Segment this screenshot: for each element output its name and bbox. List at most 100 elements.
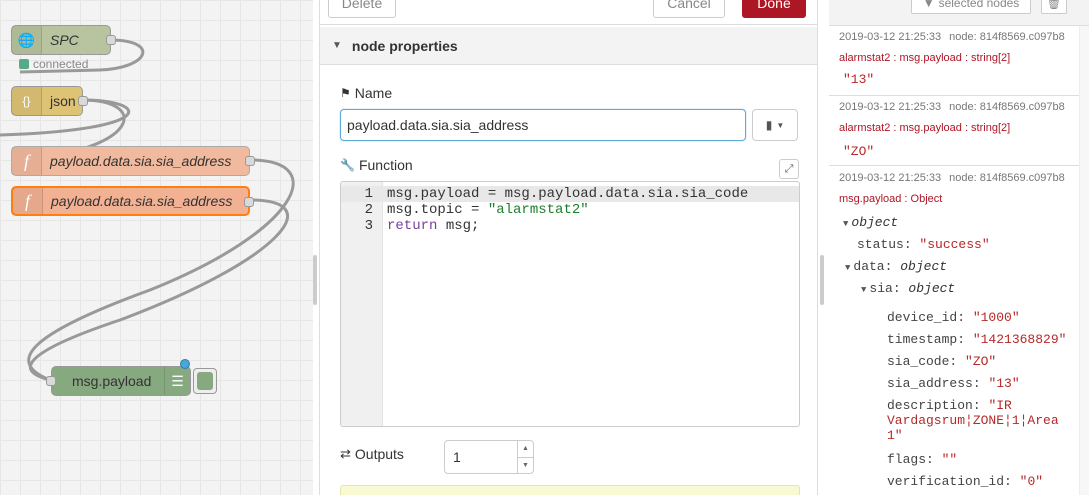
debug-message: 2019-03-12 21:25:33 node: 814f8569.c097b8…	[829, 166, 1079, 495]
debug-message: 2019-03-12 21:25:33 node: 814f8569.c097b8…	[829, 96, 1079, 166]
section-title: node properties	[351, 37, 458, 54]
debug-message: 2019-03-12 21:25:33 node: 814f8569.c097b8…	[829, 26, 1079, 96]
workspace-canvas[interactable]: 🌐 SPC connected {} json f payload.data.s…	[0, 0, 313, 495]
message-meta: 2019-03-12 21:25:33 node: 814f8569.c097b8	[839, 101, 1065, 113]
function-label: 🔧 Function	[340, 157, 413, 173]
code-text: msg.topic = "alarmstat2"	[387, 202, 589, 218]
filter-icon: ▼	[922, 0, 935, 10]
status-dot-icon	[19, 59, 29, 69]
node-label: payload.data.sia.sia_address	[51, 193, 233, 209]
output-port[interactable]	[106, 35, 116, 45]
code-editor[interactable]: 1 msg.payload = msg.payload.data.sia.sia_…	[340, 181, 800, 427]
tree-type: object	[908, 281, 956, 296]
spin-down-icon[interactable]: ▼	[518, 458, 533, 474]
node-properties-header[interactable]: ▼ node properties	[320, 27, 817, 65]
left-splitter-handle[interactable]	[313, 255, 317, 305]
tree-key: data	[853, 259, 885, 274]
outputs-spinner[interactable]: 1 ▲ ▼	[444, 440, 534, 474]
tree-key: description	[887, 398, 973, 413]
spc-node[interactable]: 🌐 SPC	[11, 25, 116, 55]
message-value[interactable]: "13"	[843, 72, 874, 87]
wrench-icon: 🔧	[340, 158, 355, 172]
message-value[interactable]: "ZO"	[843, 144, 874, 159]
tree-key: sia_code	[887, 354, 950, 369]
clear-button[interactable]: 🗑	[1041, 0, 1067, 14]
wire	[28, 198, 289, 382]
name-input[interactable]: payload.data.sia.sia_address	[340, 109, 746, 141]
message-time: 2019-03-12 21:25:33	[839, 31, 942, 43]
tree-sia[interactable]: ▼ sia: object	[861, 281, 955, 296]
tree-value: "1000"	[972, 310, 1020, 325]
list-icon: ☰	[164, 367, 190, 395]
tree-value: 1"	[887, 428, 903, 443]
library-button[interactable]: ▮ ▼	[752, 109, 798, 141]
output-port[interactable]	[245, 156, 255, 166]
message-meta: 2019-03-12 21:25:33 node: 814f8569.c097b8	[839, 172, 1065, 184]
function-icon: f	[12, 147, 42, 175]
node-label: msg.payload	[72, 373, 152, 389]
output-port[interactable]	[244, 197, 254, 207]
tree-field: timestamp: "1421368829"	[887, 332, 1067, 347]
message-node-link[interactable]: node: 814f8569.c097b8	[949, 101, 1065, 113]
book-icon: ▮	[765, 118, 773, 132]
function-label-text: Function	[358, 157, 413, 173]
tree-value: "success"	[919, 237, 990, 252]
info-box	[340, 485, 800, 495]
debug-toggle-button[interactable]	[193, 368, 217, 394]
right-splitter-handle[interactable]	[820, 255, 824, 305]
delete-button[interactable]: Delete	[328, 0, 396, 18]
name-input-value: payload.data.sia.sia_address	[347, 117, 529, 133]
tree-field: Vardagsrum¦ZONE¦1¦Area	[887, 413, 1059, 428]
node-label: payload.data.sia.sia_address	[50, 153, 232, 169]
code-line[interactable]: 1 msg.payload = msg.payload.data.sia.sia_…	[341, 186, 799, 202]
tray-toolbar: Delete Cancel Done	[320, 0, 817, 25]
outputs-label-text: Outputs	[354, 446, 404, 462]
chevron-down-icon: ▼	[332, 40, 342, 51]
message-time: 2019-03-12 21:25:33	[839, 172, 942, 184]
filter-button[interactable]: ▼ selected nodes	[911, 0, 1031, 14]
tree-root[interactable]: ▼ object	[843, 215, 898, 230]
trash-icon: 🗑	[1046, 0, 1062, 10]
caret-down-icon: ▼	[776, 120, 785, 130]
tree-field: 1"	[887, 428, 903, 443]
function-node-selected[interactable]: f payload.data.sia.sia_address	[11, 186, 254, 216]
wires	[0, 38, 295, 382]
debug-node[interactable]: msg.payload ☰	[46, 359, 191, 396]
code-line[interactable]: 2 msg.topic = "alarmstat2"	[341, 202, 799, 218]
code-text: return msg;	[387, 218, 479, 234]
tree-key: flags	[887, 452, 927, 467]
line-number: 3	[364, 218, 373, 234]
expand-editor-button[interactable]: ⤢	[779, 159, 799, 179]
line-number: 2	[364, 202, 373, 218]
tree-field: device_id: "1000"	[887, 310, 1020, 325]
message-node-link[interactable]: node: 814f8569.c097b8	[949, 31, 1065, 43]
shuffle-icon: ⇄	[340, 446, 351, 461]
tree-field: verification_id: "0"	[887, 474, 1044, 489]
changed-indicator-icon	[180, 359, 190, 369]
sidebar-scrollbar[interactable]	[1079, 26, 1089, 495]
code-token: "alarmstat2"	[487, 202, 589, 218]
node-status: connected	[19, 57, 88, 71]
code-line[interactable]: 3 return msg;	[341, 218, 799, 234]
tree-value: "IR	[988, 398, 1012, 413]
output-port[interactable]	[78, 96, 88, 106]
tree-field: flags: ""	[887, 452, 958, 467]
tree-key: timestamp	[887, 332, 958, 347]
message-topic: alarmstat2 : msg.payload : string[2]	[839, 122, 1011, 134]
json-node[interactable]: {} json	[11, 86, 88, 116]
tag-icon: ⚑	[340, 86, 351, 100]
message-node-link[interactable]: node: 814f8569.c097b8	[949, 172, 1065, 184]
cancel-button[interactable]: Cancel	[653, 0, 725, 18]
message-meta: 2019-03-12 21:25:33 node: 814f8569.c097b8	[839, 31, 1065, 43]
spin-up-icon[interactable]: ▲	[518, 441, 533, 458]
tree-value: ""	[941, 452, 958, 467]
spinner-controls: ▲ ▼	[517, 441, 533, 473]
tree-data[interactable]: ▼ data: object	[845, 259, 947, 274]
tree-key: sia_address	[887, 376, 973, 391]
tree-key: status	[857, 237, 904, 252]
input-port[interactable]	[46, 376, 56, 386]
done-button[interactable]: Done	[742, 0, 806, 18]
function-node[interactable]: f payload.data.sia.sia_address	[11, 146, 255, 176]
braces-icon: {}	[12, 87, 42, 115]
caret-down-icon: ▼	[845, 263, 851, 273]
